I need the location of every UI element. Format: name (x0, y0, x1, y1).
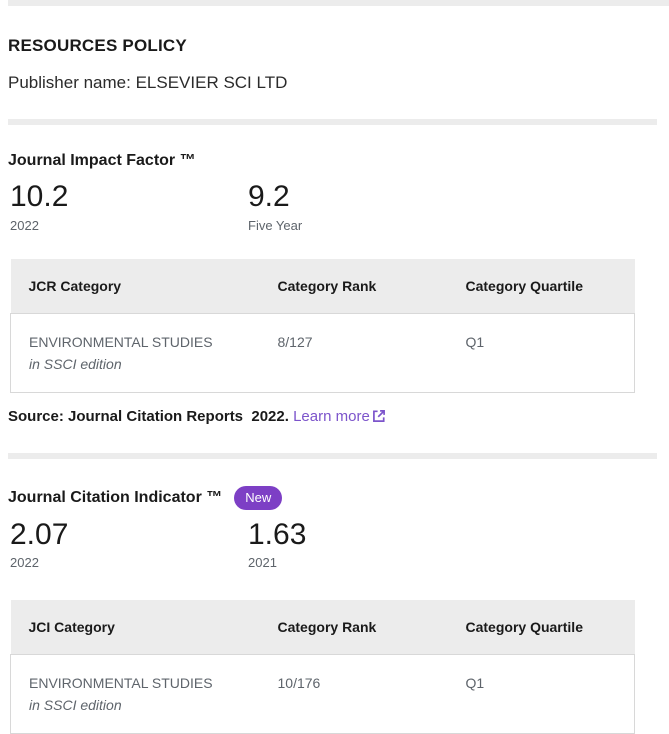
publisher-name: Publisher name: ELSEVIER SCI LTD (8, 73, 669, 93)
journal-impact-factor-section: Journal Impact Factor ™ 10.2 2022 9.2 Fi… (0, 152, 669, 427)
jcr-rank-cell: 8/127 (278, 313, 466, 392)
jci-table-header-row: JCI Category Category Rank Category Quar… (11, 600, 635, 655)
jif-metric-current: 10.2 2022 (10, 180, 248, 233)
category-edition: in SSCI edition (29, 697, 278, 713)
learn-more-label: Learn more (293, 408, 370, 425)
jif-label-five-year: Five Year (248, 218, 486, 233)
jif-value-2022: 10.2 (10, 180, 248, 215)
source-line: Source: Journal Citation Reports 2022. L… (8, 408, 669, 427)
category-edition: in SSCI edition (29, 356, 278, 372)
jci-metric-2022: 2.07 2022 (10, 518, 248, 571)
jcr-table-header-row: JCR Category Category Rank Category Quar… (11, 259, 635, 314)
jci-label-2021: 2021 (248, 555, 486, 570)
jif-value-five-year: 9.2 (248, 180, 486, 215)
jci-label-2022: 2022 (10, 555, 248, 570)
jif-heading: Journal Impact Factor ™ (8, 152, 196, 170)
jci-value-2022: 2.07 (10, 518, 248, 553)
jcr-quartile-header: Category Quartile (466, 259, 635, 314)
jcr-rank-header: Category Rank (278, 259, 466, 314)
jci-heading: Journal Citation Indicator ™ (8, 489, 222, 507)
table-row: ENVIRONMENTAL STUDIES in SSCI edition 10… (11, 655, 635, 734)
jcr-quartile-cell: Q1 (466, 313, 635, 392)
jcr-category-cell: ENVIRONMENTAL STUDIES in SSCI edition (11, 313, 278, 392)
jci-quartile-cell: Q1 (466, 655, 635, 734)
new-badge: New (234, 486, 282, 510)
jci-rank-header: Category Rank (278, 600, 466, 655)
external-link-icon (372, 409, 386, 427)
jci-metric-2021: 1.63 2021 (248, 518, 486, 571)
section-divider (8, 453, 657, 459)
page-title: RESOURCES POLICY (8, 36, 669, 56)
jif-label-2022: 2022 (10, 218, 248, 233)
jci-metrics-row: 2.07 2022 1.63 2021 (10, 518, 669, 571)
jif-metric-five-year: 9.2 Five Year (248, 180, 486, 233)
table-row: ENVIRONMENTAL STUDIES in SSCI edition 8/… (11, 313, 635, 392)
jci-quartile-header: Category Quartile (466, 600, 635, 655)
category-name: ENVIRONMENTAL STUDIES (29, 675, 278, 691)
jif-metrics-row: 10.2 2022 9.2 Five Year (10, 180, 669, 233)
top-divider-bar (8, 0, 669, 6)
jcr-category-header: JCR Category (11, 259, 278, 314)
journal-citation-indicator-section: Journal Citation Indicator ™ New 2.07 20… (0, 486, 669, 734)
jci-category-cell: ENVIRONMENTAL STUDIES in SSCI edition (11, 655, 278, 734)
learn-more-link[interactable]: Learn more (293, 408, 386, 425)
source-text: Source: Journal Citation Reports 2022. (8, 408, 289, 425)
jci-category-table: JCI Category Category Rank Category Quar… (10, 600, 635, 734)
jci-value-2021: 1.63 (248, 518, 486, 553)
jcr-category-table: JCR Category Category Rank Category Quar… (10, 259, 635, 393)
jci-category-header: JCI Category (11, 600, 278, 655)
jci-rank-cell: 10/176 (278, 655, 466, 734)
section-divider (8, 119, 657, 125)
category-name: ENVIRONMENTAL STUDIES (29, 334, 278, 350)
